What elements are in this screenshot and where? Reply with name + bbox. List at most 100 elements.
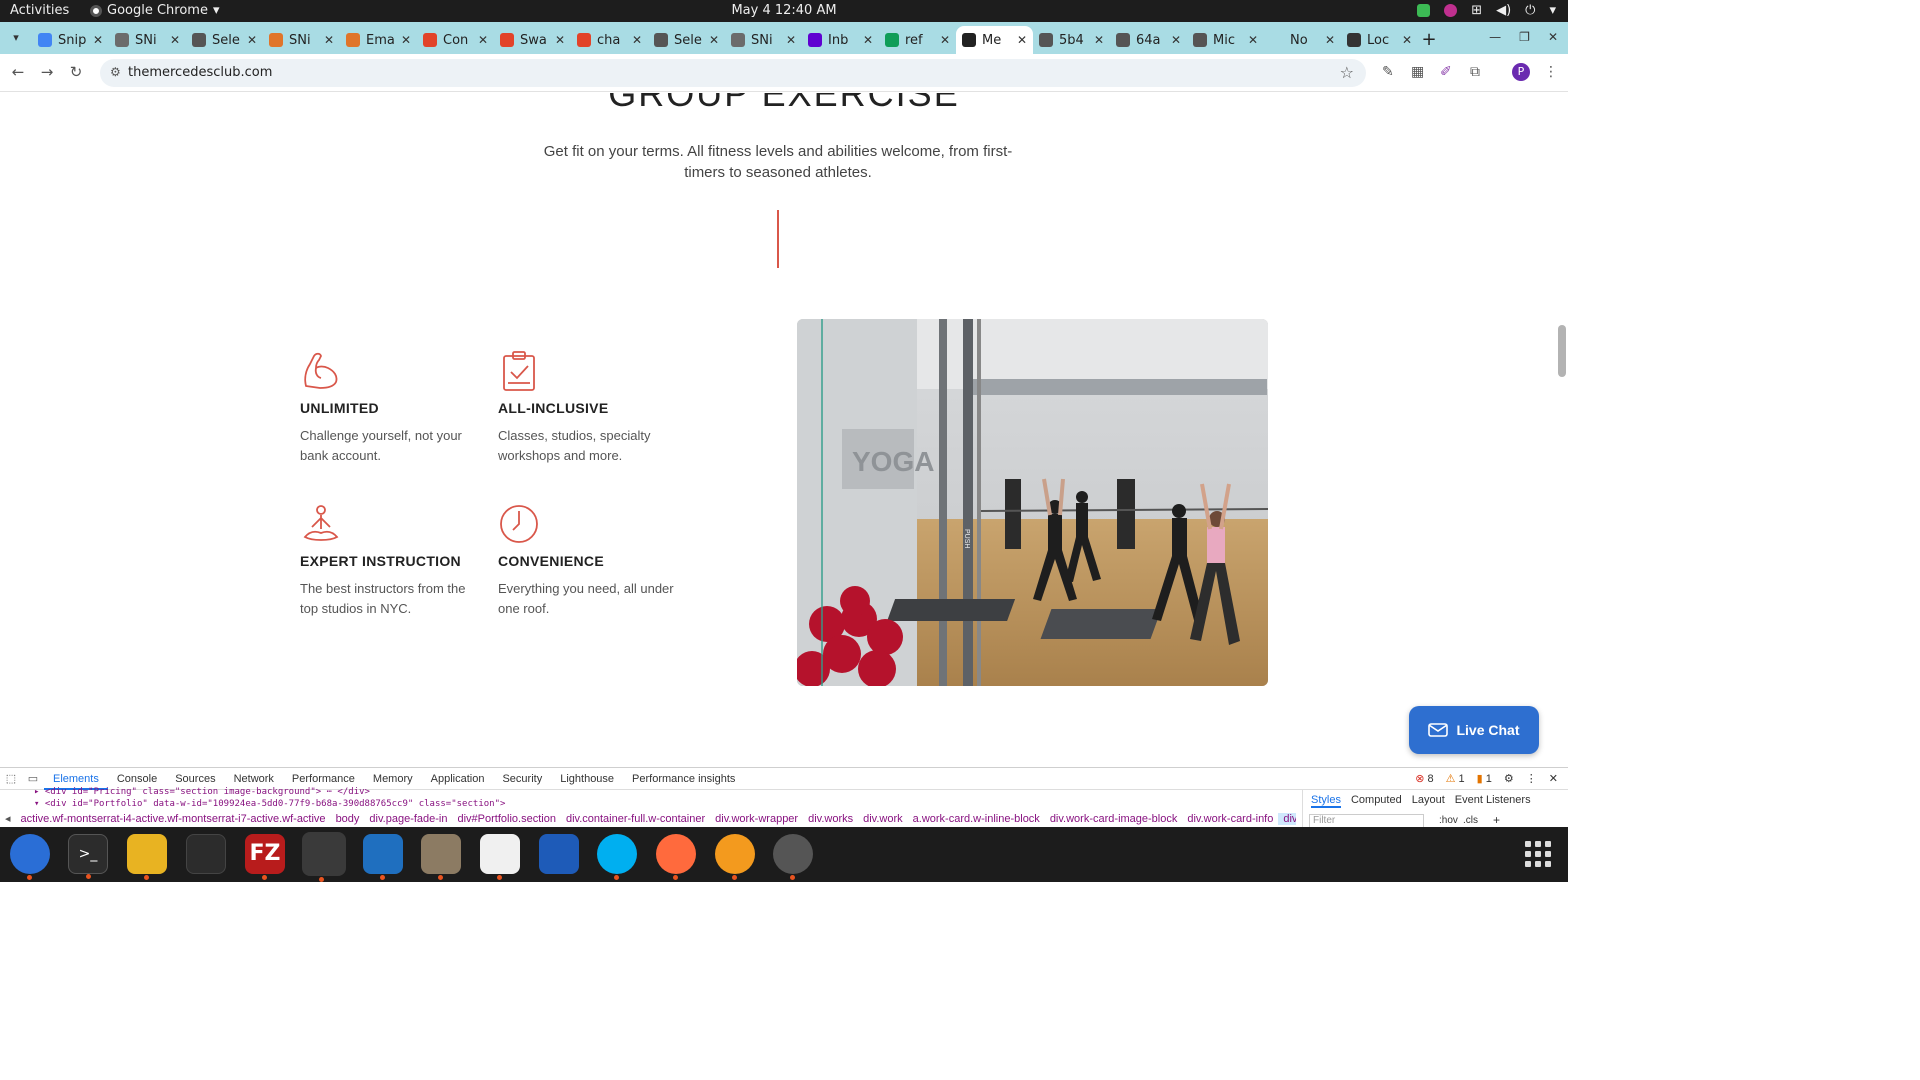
- extensions-puzzle-icon[interactable]: ⧉: [1470, 64, 1480, 80]
- close-icon[interactable]: ✕: [1549, 772, 1558, 785]
- browser-tab[interactable]: Snip ✕: [32, 26, 109, 54]
- live-chat-button[interactable]: Live Chat: [1409, 706, 1539, 754]
- breadcrumb-item[interactable]: div.work: [858, 813, 908, 825]
- vscode-app-icon[interactable]: [363, 834, 403, 880]
- back-arrow-icon[interactable]: ←: [8, 63, 28, 81]
- dom-node-line[interactable]: ▾ <div id="Portfolio" data-w-id="109924e…: [34, 799, 505, 809]
- clock[interactable]: May 4 12:40 AM: [0, 3, 1568, 18]
- devtools-tab-performance-insights[interactable]: Performance insights: [623, 768, 744, 790]
- close-tab-icon[interactable]: ✕: [1402, 33, 1412, 47]
- styles-filter-input[interactable]: Filter: [1309, 814, 1424, 828]
- blender-app-icon[interactable]: [715, 834, 755, 880]
- breadcrumb-item[interactable]: div.button-div: [1278, 812, 1296, 825]
- close-tab-icon[interactable]: ✕: [1248, 33, 1258, 47]
- close-tab-icon[interactable]: ✕: [1094, 33, 1104, 47]
- terminal-app-icon[interactable]: >_: [68, 834, 108, 879]
- close-tab-icon[interactable]: ✕: [786, 33, 796, 47]
- breadcrumb-item[interactable]: body: [331, 813, 365, 825]
- maximize-icon[interactable]: ❐: [1519, 30, 1530, 44]
- styles-tab-event-listeners[interactable]: Event Listeners: [1455, 794, 1531, 808]
- forward-arrow-icon[interactable]: →: [37, 63, 57, 81]
- files-app-icon[interactable]: [421, 834, 461, 880]
- add-rule-icon[interactable]: +: [1493, 813, 1500, 827]
- breadcrumb-item[interactable]: div.page-fade-in: [364, 813, 452, 825]
- reload-icon[interactable]: ↻: [66, 63, 86, 81]
- close-tab-icon[interactable]: ✕: [93, 33, 103, 47]
- class-toggle[interactable]: .cls: [1463, 815, 1478, 826]
- settings-gear-icon[interactable]: ⚙: [1504, 772, 1514, 785]
- close-tab-icon[interactable]: ✕: [401, 33, 411, 47]
- kebab-menu-icon[interactable]: ⋮: [1526, 772, 1537, 785]
- browser-tab[interactable]: SNi ✕: [725, 26, 802, 54]
- styles-tab-computed[interactable]: Computed: [1351, 794, 1402, 808]
- close-tab-icon[interactable]: ✕: [632, 33, 642, 47]
- filezilla-app-icon[interactable]: FZ: [245, 834, 285, 880]
- breadcrumb-item[interactable]: div.work-card-info: [1182, 813, 1278, 825]
- devtools-tab-lighthouse[interactable]: Lighthouse: [551, 768, 623, 790]
- close-tab-icon[interactable]: ✕: [247, 33, 257, 47]
- error-count[interactable]: ⊗ 8: [1415, 772, 1433, 785]
- styles-tab-layout[interactable]: Layout: [1412, 794, 1445, 808]
- calendar-extension-icon[interactable]: ▦: [1411, 64, 1424, 80]
- kebab-menu-icon[interactable]: ⋮: [1544, 64, 1558, 80]
- close-tab-icon[interactable]: ✕: [170, 33, 180, 47]
- devtools-tab-memory[interactable]: Memory: [364, 768, 422, 790]
- tab-search-button[interactable]: ▾: [6, 28, 26, 48]
- close-tab-icon[interactable]: ✕: [709, 33, 719, 47]
- browser-tab[interactable]: Swa ✕: [494, 26, 571, 54]
- browser-tab[interactable]: Mic ✕: [1187, 26, 1264, 54]
- breadcrumb-item[interactable]: div#Portfolio.section: [453, 813, 561, 825]
- browser-tab[interactable]: Sele ✕: [186, 26, 263, 54]
- close-tab-icon[interactable]: ✕: [1017, 33, 1027, 47]
- browser-tab[interactable]: SNi ✕: [263, 26, 340, 54]
- styles-tab-styles[interactable]: Styles: [1311, 794, 1341, 808]
- calculator-app-icon[interactable]: [127, 834, 167, 880]
- browser-tab[interactable]: ref ✕: [879, 26, 956, 54]
- browser-tab[interactable]: Inb ✕: [802, 26, 879, 54]
- devtools-tab-application[interactable]: Application: [422, 768, 494, 790]
- bookmark-star-icon[interactable]: ☆: [1340, 63, 1354, 82]
- postman-app-icon[interactable]: [656, 834, 696, 880]
- thunderbird-app-icon[interactable]: [10, 834, 50, 880]
- close-tab-icon[interactable]: ✕: [1325, 33, 1335, 47]
- devtools-tab-security[interactable]: Security: [493, 768, 551, 790]
- eyedropper-extension-icon[interactable]: ✎: [1382, 64, 1394, 80]
- system-tray[interactable]: ⊞ ◀) ⏻ ▾: [1417, 3, 1556, 18]
- breadcrumb-item[interactable]: div.work-wrapper: [710, 813, 803, 825]
- text-editor-app-icon[interactable]: [480, 834, 520, 880]
- page-scrollbar-thumb[interactable]: [1558, 325, 1566, 377]
- profile-avatar[interactable]: P: [1512, 63, 1530, 81]
- close-tab-icon[interactable]: ✕: [863, 33, 873, 47]
- chevron-left-icon[interactable]: ◂: [0, 812, 16, 825]
- minimize-icon[interactable]: —: [1489, 30, 1501, 44]
- browser-tab[interactable]: Con ✕: [417, 26, 494, 54]
- chrome-app-icon[interactable]: [302, 832, 346, 882]
- skype-app-icon[interactable]: [597, 834, 637, 880]
- pen-extension-icon[interactable]: ✐: [1440, 64, 1452, 80]
- browser-tab[interactable]: cha ✕: [571, 26, 648, 54]
- site-info-icon[interactable]: ⚙: [110, 65, 121, 79]
- browser-tab[interactable]: 5b4 ✕: [1033, 26, 1110, 54]
- browser-tab[interactable]: 64a ✕: [1110, 26, 1187, 54]
- issue-count[interactable]: ▮ 1: [1477, 772, 1492, 785]
- close-tab-icon[interactable]: ✕: [940, 33, 950, 47]
- browser-tab[interactable]: Ema ✕: [340, 26, 417, 54]
- warning-count[interactable]: ⚠ 1: [1446, 772, 1465, 785]
- browser-tab[interactable]: Loc ✕: [1341, 26, 1418, 54]
- browser-tab[interactable]: Sele ✕: [648, 26, 725, 54]
- system-monitor-app-icon[interactable]: [186, 834, 226, 874]
- device-toolbar-icon[interactable]: ▭: [22, 772, 44, 785]
- breadcrumb-item[interactable]: div.works: [803, 813, 858, 825]
- libreoffice-writer-app-icon[interactable]: [539, 834, 579, 874]
- disk-app-icon[interactable]: [773, 834, 813, 880]
- show-apps-grid-icon[interactable]: [1525, 841, 1551, 867]
- browser-tab[interactable]: Me ✕: [956, 26, 1033, 54]
- inspect-element-icon[interactable]: ⬚: [0, 772, 22, 785]
- hover-state-toggle[interactable]: :hov: [1439, 815, 1458, 826]
- address-bar[interactable]: ⚙ themercedesclub.com ☆: [100, 59, 1366, 87]
- close-tab-icon[interactable]: ✕: [555, 33, 565, 47]
- close-tab-icon[interactable]: ✕: [478, 33, 488, 47]
- close-tab-icon[interactable]: ✕: [1171, 33, 1181, 47]
- new-tab-button[interactable]: +: [1418, 26, 1440, 54]
- close-icon[interactable]: ✕: [1548, 30, 1558, 44]
